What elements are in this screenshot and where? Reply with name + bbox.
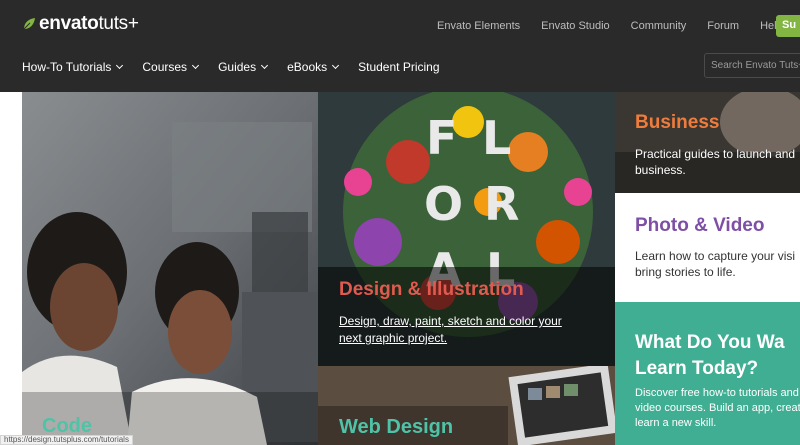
title-line: What Do You Wa	[635, 332, 785, 353]
nav-label: Courses	[142, 60, 188, 74]
leaf-icon	[23, 18, 35, 30]
nav-guides[interactable]: Guides	[218, 60, 269, 74]
nav-label: Student Pricing	[358, 60, 440, 74]
nav-label: How-To Tutorials	[22, 60, 112, 74]
desc-line: next graphic project.	[339, 331, 448, 345]
link-community[interactable]: Community	[631, 20, 687, 32]
desc-line: Practical guides to launch and	[635, 147, 796, 161]
tile-photo-video[interactable]: Photo & Video Learn how to capture your …	[615, 196, 800, 299]
tile-design-title[interactable]: Design & Illustration	[339, 279, 524, 301]
desc-line: learn a new skill.	[635, 417, 717, 429]
desc-line: business.	[635, 163, 686, 177]
site-header: envato tuts+ Envato Elements Envato Stud…	[0, 0, 800, 92]
nav-how-to-tutorials[interactable]: How-To Tutorials	[22, 60, 124, 74]
tile-learn-today[interactable]: What Do You Wa Learn Today? Discover fre…	[615, 302, 800, 445]
desc-line: video courses. Build an app, create	[635, 402, 800, 414]
signup-button[interactable]: Su	[776, 15, 800, 37]
link-envato-studio[interactable]: Envato Studio	[541, 20, 610, 32]
tile-business-description: Practical guides to launch and business.	[635, 146, 795, 178]
code-hero-photo	[22, 92, 318, 445]
desc-line: Learn how to capture your visi	[635, 249, 796, 263]
tile-design-description[interactable]: Design, draw, paint, sketch and color yo…	[339, 313, 562, 347]
art-letter: R	[484, 177, 519, 231]
chevron-down-icon	[192, 61, 200, 70]
desc-line: Design, draw, paint, sketch and color yo…	[339, 314, 562, 328]
art-letter: O	[424, 177, 463, 231]
logo-suffix: tuts+	[98, 13, 139, 34]
chevron-down-icon	[116, 61, 124, 70]
tile-photo-description: Learn how to capture your visi bring sto…	[635, 248, 795, 280]
logo-wordmark: envato	[39, 13, 99, 34]
main-nav: How-To Tutorials Courses Guides eBooks S…	[22, 60, 460, 74]
status-bar-url: https://design.tutsplus.com/tutorials	[0, 435, 133, 445]
nav-courses[interactable]: Courses	[142, 60, 200, 74]
search-input[interactable]	[705, 54, 800, 71]
chevron-down-icon	[332, 61, 340, 70]
tile-web-title[interactable]: Web Design	[339, 416, 453, 439]
tile-learn-description: Discover free how-to tutorials and video…	[635, 386, 800, 431]
page-gutter	[0, 92, 22, 445]
tile-business[interactable]: Business Practical guides to launch and …	[615, 92, 800, 193]
tile-code[interactable]: Code	[22, 92, 318, 445]
tile-business-title[interactable]: Business	[635, 112, 719, 134]
tile-web-design[interactable]: Web Design	[318, 366, 615, 445]
nav-label: Guides	[218, 60, 257, 74]
link-envato-elements[interactable]: Envato Elements	[437, 20, 520, 32]
desc-line: Discover free how-to tutorials and	[635, 387, 799, 399]
link-forum[interactable]: Forum	[707, 20, 739, 32]
art-letter: F	[426, 111, 457, 165]
nav-student-pricing[interactable]: Student Pricing	[358, 60, 439, 74]
nav-ebooks[interactable]: eBooks	[287, 60, 340, 74]
desc-line: bring stories to life.	[635, 265, 736, 279]
tile-design-illustration[interactable]: F L O R A L Design & Illustration Design…	[318, 92, 615, 366]
tile-photo-title[interactable]: Photo & Video	[635, 215, 764, 237]
tile-learn-title[interactable]: What Do You Wa Learn Today?	[635, 330, 800, 382]
chevron-down-icon	[261, 61, 269, 70]
art-letter: L	[482, 111, 511, 165]
envato-tuts-logo[interactable]: envato tuts+	[22, 13, 139, 35]
title-line: Learn Today?	[635, 358, 759, 379]
search-box[interactable]	[704, 53, 800, 78]
top-links: Envato Elements Envato Studio Community …	[437, 20, 800, 32]
nav-label: eBooks	[287, 60, 328, 74]
